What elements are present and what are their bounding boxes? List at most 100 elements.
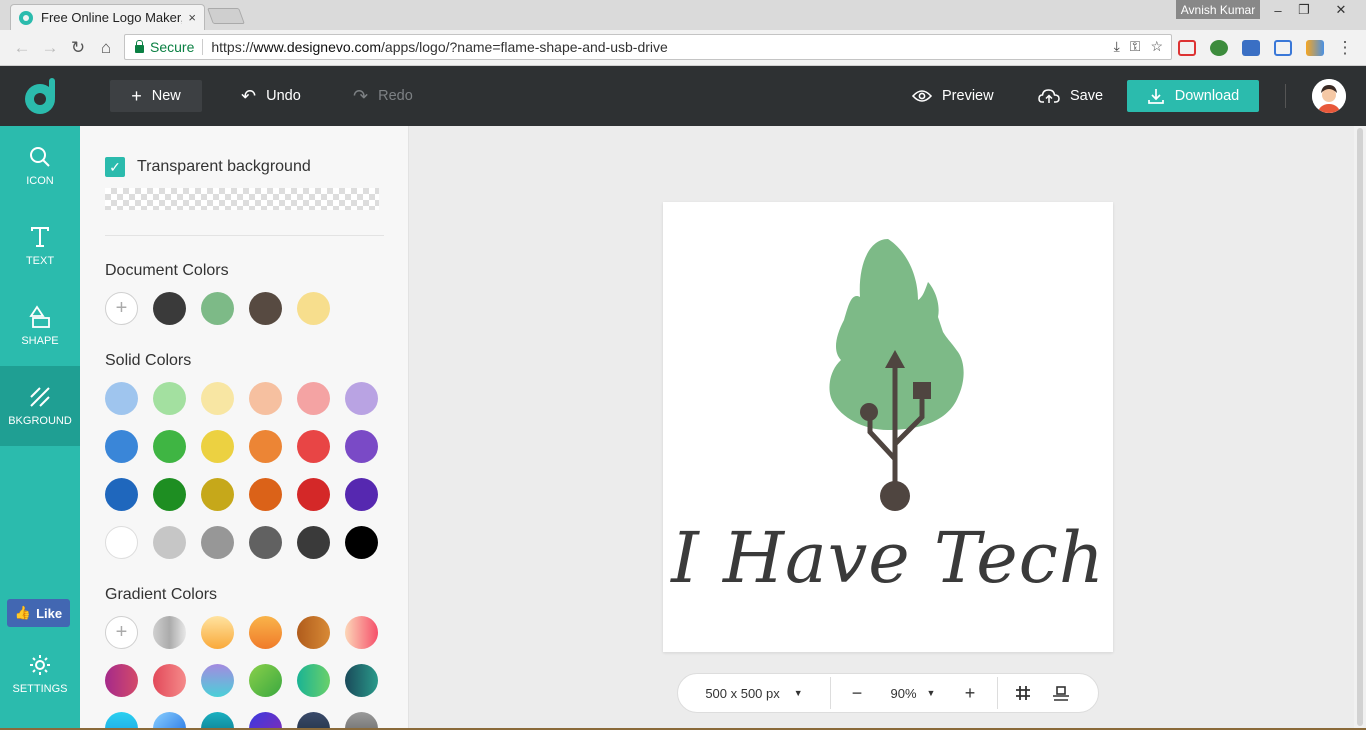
solid-color-swatch[interactable] <box>249 430 282 463</box>
undo-button[interactable]: ↶ Undo <box>241 80 301 112</box>
gradient-swatch[interactable] <box>297 664 330 697</box>
solid-color-swatch[interactable] <box>201 430 234 463</box>
save-label: Save <box>1070 88 1104 104</box>
solid-color-swatch[interactable] <box>249 478 282 511</box>
solid-color-swatch[interactable] <box>201 478 234 511</box>
solid-color-swatch[interactable] <box>345 430 378 463</box>
scrollbar-thumb[interactable] <box>1357 128 1363 726</box>
extension-icon[interactable] <box>1178 40 1196 56</box>
header-divider <box>1285 84 1286 108</box>
search-icon <box>30 147 50 167</box>
back-icon[interactable]: ← <box>12 38 32 58</box>
solid-color-swatch[interactable] <box>153 526 186 559</box>
rail-item-icon[interactable]: ICON <box>0 126 80 206</box>
solid-color-swatch[interactable] <box>105 526 138 559</box>
canvas-scrollbar[interactable] <box>1354 126 1366 730</box>
solid-color-swatch[interactable] <box>297 382 330 415</box>
rail-item-text[interactable]: TEXT <box>0 206 80 286</box>
lock-icon <box>135 39 144 53</box>
solid-color-swatch[interactable] <box>105 430 138 463</box>
download-button[interactable]: Download <box>1127 80 1259 112</box>
star-icon[interactable]: ☆ <box>1150 38 1163 55</box>
document-color-swatch[interactable] <box>249 292 282 325</box>
solid-color-swatch[interactable] <box>105 478 138 511</box>
key-icon[interactable]: ⚿ <box>1130 38 1141 55</box>
gradient-swatch[interactable] <box>153 616 186 649</box>
zoom-out-button[interactable]: − <box>831 673 883 713</box>
preview-button[interactable]: Preview <box>912 80 994 112</box>
align-button[interactable] <box>1048 673 1074 713</box>
redo-button[interactable]: ↷ Redo <box>353 80 413 112</box>
solid-color-swatch[interactable] <box>153 382 186 415</box>
solid-color-swatch[interactable] <box>345 478 378 511</box>
rail-item-shape[interactable]: SHAPE <box>0 286 80 366</box>
zoom-select[interactable]: 90% ▼ <box>883 673 943 713</box>
close-window-icon[interactable]: ✕ <box>1326 0 1356 20</box>
browser-profile-chip[interactable]: Avnish Kumar <box>1176 0 1260 19</box>
user-avatar[interactable] <box>1312 79 1346 113</box>
gradient-swatch[interactable] <box>249 664 282 697</box>
new-button[interactable]: + New <box>110 80 202 112</box>
download-icon[interactable]: ⤓ <box>1114 38 1120 55</box>
rail-item-settings[interactable]: SETTINGS <box>0 634 80 714</box>
url-path: /apps/logo/?name=flame-shape-and-usb-dri… <box>381 39 668 55</box>
solid-color-swatch[interactable] <box>345 382 378 415</box>
solid-color-swatch[interactable] <box>297 526 330 559</box>
solid-color-swatch[interactable] <box>153 478 186 511</box>
extension-icon[interactable] <box>1210 40 1228 56</box>
zoom-in-button[interactable]: + <box>943 673 997 713</box>
logo-text[interactable]: I Have Tech <box>663 517 1113 599</box>
new-tab-button[interactable] <box>207 8 245 24</box>
address-bar[interactable]: Secure https://www.designevo.com/apps/lo… <box>124 34 1172 60</box>
facebook-like-button[interactable]: 👍 Like <box>7 599 70 627</box>
like-label: Like <box>36 605 63 621</box>
gradient-swatch[interactable] <box>153 664 186 697</box>
solid-color-swatch[interactable] <box>201 526 234 559</box>
solid-color-swatch[interactable] <box>297 430 330 463</box>
document-color-swatch[interactable] <box>153 292 186 325</box>
gradient-swatch[interactable] <box>345 616 378 649</box>
solid-color-swatch[interactable] <box>297 478 330 511</box>
checkbox-checked-icon[interactable]: ✓ <box>105 157 125 177</box>
solid-color-swatch[interactable] <box>249 382 282 415</box>
chevron-down-icon: ▼ <box>926 688 936 698</box>
gradient-swatch[interactable] <box>201 616 234 649</box>
flame-usb-icon[interactable] <box>663 202 1113 522</box>
solid-color-swatch[interactable] <box>345 526 378 559</box>
solid-color-swatch[interactable] <box>153 430 186 463</box>
text-icon <box>31 227 49 247</box>
plus-icon: + <box>131 85 142 106</box>
save-button[interactable]: Save <box>1038 80 1103 112</box>
canvas-size-select[interactable]: 500 x 500 px ▼ <box>678 673 830 713</box>
gradient-swatch[interactable] <box>249 616 282 649</box>
gradient-swatch[interactable] <box>345 664 378 697</box>
chevron-down-icon: ▼ <box>793 688 803 698</box>
document-color-swatch[interactable] <box>297 292 330 325</box>
tab-title: Free Online Logo Maker, <box>41 10 183 25</box>
browser-menu-icon[interactable]: ⋮ <box>1335 38 1355 58</box>
browser-tab[interactable]: Free Online Logo Maker, × <box>10 4 205 30</box>
gradient-swatch[interactable] <box>201 664 234 697</box>
reload-icon[interactable]: ↻ <box>68 38 88 58</box>
gradient-swatch[interactable] <box>105 664 138 697</box>
home-icon[interactable]: ⌂ <box>96 38 116 58</box>
solid-color-swatch[interactable] <box>105 382 138 415</box>
extension-icon[interactable] <box>1242 40 1260 56</box>
logo-artboard[interactable]: I Have Tech <box>663 202 1113 652</box>
solid-color-swatch[interactable] <box>201 382 234 415</box>
tab-close-icon[interactable]: × <box>188 10 196 25</box>
transparent-background-toggle[interactable]: ✓ Transparent background <box>105 157 311 177</box>
rail-item-background[interactable]: BKGROUND <box>0 366 80 446</box>
add-color-button[interactable]: + <box>105 292 138 325</box>
grid-toggle-button[interactable] <box>998 673 1048 713</box>
canvas-area: I Have Tech 500 x 500 px ▼ − 90% ▼ + <box>409 126 1354 730</box>
solid-color-swatch[interactable] <box>249 526 282 559</box>
extension-icon[interactable] <box>1274 40 1292 56</box>
forward-icon[interactable]: → <box>40 38 60 58</box>
document-color-swatch[interactable] <box>201 292 234 325</box>
add-gradient-button[interactable]: + <box>105 616 138 649</box>
gradient-swatch[interactable] <box>297 616 330 649</box>
extension-icon[interactable] <box>1306 40 1324 56</box>
designevo-logo-icon[interactable] <box>22 76 60 116</box>
restore-icon[interactable]: ❐ <box>1289 0 1319 20</box>
